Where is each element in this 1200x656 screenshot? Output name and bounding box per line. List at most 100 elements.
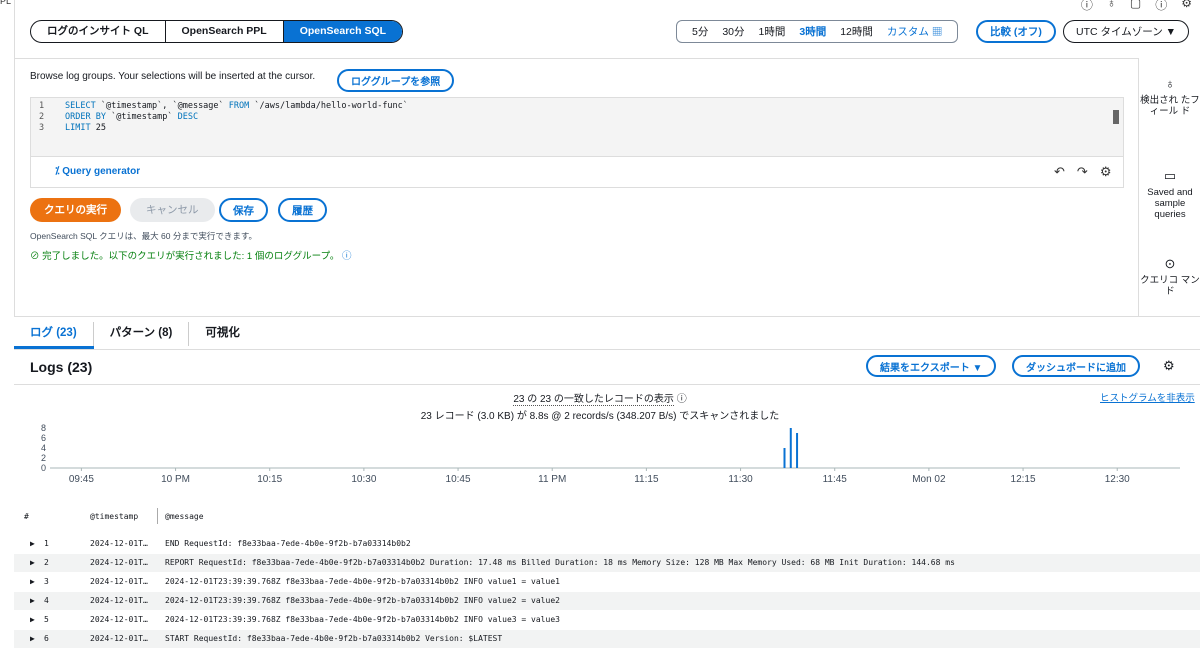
cancel-button[interactable]: キャンセル [130,198,215,222]
histogram: 8 6 4 2 0 09:45 10 PM 10:15 10:30 10:45 11 PM 11:15… [0,420,1200,490]
query-generator-link[interactable]: ⁒ Query generator [55,166,140,177]
expand-icon[interactable]: ▶ [30,611,35,629]
add-to-dashboard-button[interactable]: ダッシュボードに追加 [1012,355,1140,377]
export-results-button[interactable]: 結果をエクスポート ▼ [866,355,997,377]
square-icon[interactable]: ▢ [1130,0,1141,13]
row-index: 1 [44,539,49,548]
y-tick-label: 0 [41,463,46,473]
expand-icon[interactable]: ▶ [30,592,35,610]
mode-opensearch-ppl[interactable]: OpenSearch PPL [166,21,284,42]
mode-opensearch-sql[interactable]: OpenSearch SQL [283,21,403,42]
row-timestamp: 2024-12-01T… [90,615,148,624]
row-message: START RequestId: f8e33baa-7ede-4b0e-9f2b… [165,634,503,643]
check-circle-icon: ⊘ [30,251,40,262]
line-number: 3 [39,123,45,133]
code-line: ORDER BY `@timestamp` DESC [65,112,199,122]
settings-icon[interactable]: ⚙ [1100,164,1112,180]
expand-icon[interactable]: ▶ [30,573,35,591]
x-tick-label: 10 PM [161,474,190,485]
tab-patterns[interactable]: パターン (8) [94,322,190,346]
query-editor[interactable]: 1 2 3 SELECT `@timestamp`, `@message` FR… [30,97,1124,157]
history-button[interactable]: 履歴 [278,198,327,222]
range-1h[interactable]: 1時間 [752,24,793,39]
timezone-select[interactable]: UTC タイムゾーン ▼ [1063,20,1190,43]
y-tick-label: 2 [41,453,46,463]
info-icon[interactable]: ⓘ [677,394,687,405]
row-index: 2 [44,558,49,567]
histogram-bar [789,428,792,468]
line-number: 2 [39,112,45,122]
column-header-index: # [24,512,29,521]
row-message: END RequestId: f8e33baa-7ede-4b0e-9f2b-b… [165,539,411,548]
calendar-icon: ▦ [931,26,943,38]
save-button[interactable]: 保存 [219,198,268,222]
hide-histogram-link[interactable]: ヒストグラムを非表示 [1100,390,1195,404]
run-query-button[interactable]: クエリの実行 [30,198,121,222]
browse-log-groups-button[interactable]: ロググループを参照 [337,69,455,92]
row-timestamp: 2024-12-01T… [90,558,148,567]
divider [14,349,1200,350]
x-tick-label: 12:15 [1011,474,1036,485]
column-header-timestamp[interactable]: @timestamp [90,512,138,521]
row-message: 2024-12-01T23:39:39.768Z f8e33baa-7ede-4… [165,615,560,624]
table-row[interactable]: ▶ 3 2024-12-01T… 2024-12-01T23:39:39.768Z f… [14,573,1200,591]
editor-actions: ↶ ↷ ⚙ [1054,164,1111,180]
table-row[interactable]: ▶ 1 2024-12-01T… END RequestId: f8e33baa-7e… [14,535,1200,553]
range-5m[interactable]: 5分 [685,24,715,39]
compare-button[interactable]: 比較 (オフ) [976,20,1056,43]
status-message: ⊘ 完了しました。以下のクエリが実行されました: 1 個のロググループ。 ⓘ [30,251,352,262]
divider [14,316,1200,317]
expand-icon[interactable]: ▶ [30,535,35,553]
lightbulb-icon[interactable]: ♁ [1107,0,1116,13]
y-tick-label: 8 [41,423,46,433]
x-tick-label: 10:15 [257,474,282,485]
undo-icon[interactable]: ↶ [1054,164,1065,180]
expand-icon[interactable]: ▶ [30,554,35,572]
redo-icon[interactable]: ↷ [1077,164,1088,180]
x-tick-label: 12:30 [1105,474,1130,485]
row-index: 6 [44,634,49,643]
range-3h[interactable]: 3時間 [792,24,833,39]
range-custom[interactable]: カスタム ▦ [880,24,949,39]
x-tick-label: 10:30 [351,474,376,485]
histogram-bar [783,448,786,468]
column-header-message[interactable]: @message [165,512,204,521]
x-tick-label: 11 PM [538,474,566,485]
gear-icon[interactable]: ⚙ [1181,0,1192,13]
saved-queries-button[interactable]: ▭ Saved and sample queries [1139,169,1200,220]
discovered-fields-button[interactable]: ♁ 検出され たフィール ド [1139,76,1200,117]
table-row[interactable]: ▶ 5 2024-12-01T… 2024-12-01T23:39:39.768Z f… [14,611,1200,629]
table-row[interactable]: ▶ 2 2024-12-01T… REPORT RequestId: f8e33baa… [14,554,1200,572]
tab-logs[interactable]: ログ (23) [14,322,94,346]
line-number: 1 [39,101,45,111]
top-icons: ⓘ ♁ ▢ ⓘ ⚙ [1081,0,1192,13]
header-fragment: PL [0,0,12,6]
range-12h[interactable]: 12時間 [833,24,880,39]
table-row[interactable]: ▶ 6 2024-12-01T… START RequestId: f8e33baa-… [14,630,1200,648]
gear-icon[interactable]: ⚙ [1163,358,1175,374]
logs-title: Logs (23) [30,359,93,375]
x-tick-label: 10:45 [446,474,471,485]
query-timeout-note: OpenSearch SQL クエリは、最大 60 分まで実行できます。 [30,231,257,241]
sparkle-icon: ⁒ [55,166,60,177]
table-header: # @timestamp @message [0,508,1200,525]
tab-visualization[interactable]: 可視化 [189,322,256,346]
query-commands-button[interactable]: ⊙ クエリコ マンド [1139,257,1200,297]
divider [14,58,1138,59]
mode-insights-ql[interactable]: ログのインサイト QL [31,21,166,42]
row-message: 2024-12-01T23:39:39.768Z f8e33baa-7ede-4… [165,577,560,586]
info-icon[interactable]: ⓘ [1155,0,1167,13]
range-30m[interactable]: 30分 [715,24,751,39]
divider [14,384,1200,385]
table-row[interactable]: ▶ 4 2024-12-01T… 2024-12-01T23:39:39.768Z f… [14,592,1200,610]
row-timestamp: 2024-12-01T… [90,634,148,643]
expand-icon[interactable]: ▶ [30,630,35,648]
info-icon[interactable]: ⓘ [342,251,352,262]
histogram-bar [796,433,799,468]
x-tick-label: 11:15 [634,474,659,485]
editor-scrollbar[interactable] [1113,110,1119,124]
time-range-selector: 5分 30分 1時間 3時間 12時間 カスタム ▦ [676,20,959,43]
info-icon[interactable]: ⓘ [1081,0,1093,13]
lightbulb-icon: ♁ [1165,76,1175,91]
records-summary: 23 の 23 の一致したレコードの表示 ⓘ [513,394,687,406]
